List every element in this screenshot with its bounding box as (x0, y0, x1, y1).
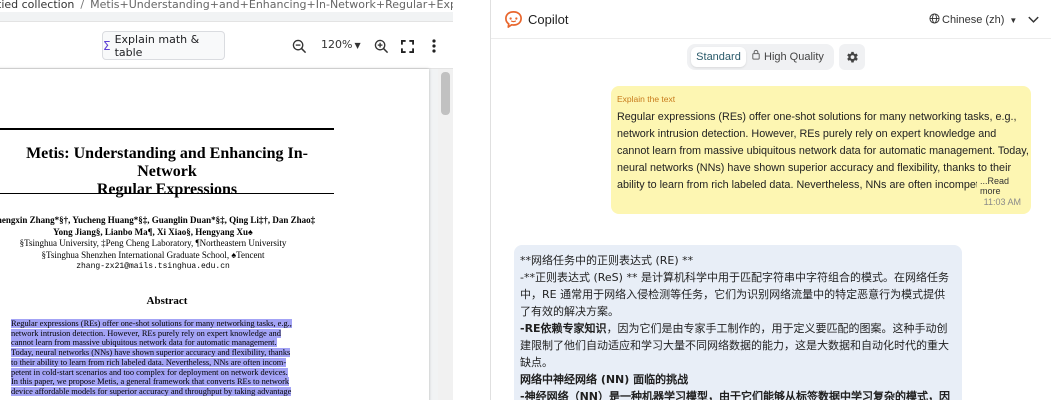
copilot-title: Copilot (528, 12, 569, 27)
breadcrumb-current-document: Metis+Understanding+and+Enhancing+In-Net… (90, 0, 453, 11)
assistant-message-text: **网络任务中的正则表达式 (RE) ** -**正则表达式 (ReS) ** … (520, 252, 960, 400)
pdf-scrollbar[interactable] (438, 69, 453, 400)
user-message-label: Explain the text (617, 94, 676, 104)
pdf-page: Metis: Understanding and Enhancing In-Ne… (0, 69, 429, 400)
chevron-down-icon[interactable] (1026, 12, 1042, 28)
paper-title-line-2: Regular Expressions (96, 181, 238, 198)
abstract-line: cannot learn from massive ubiquitous net… (11, 338, 277, 348)
assistant-line: -神经网络（NN）是一种机器学习模型，由于它们能够从标签数据中学习复杂的模式，因 (520, 390, 950, 400)
lock-icon (751, 47, 761, 67)
breadcrumb-collection-link[interactable]: tied collection (0, 0, 74, 11)
affiliation-line-1: §Tsinghua University, ‡Peng Cheng Labora… (19, 238, 287, 248)
assistant-message-bubble: **网络任务中的正则表达式 (RE) ** -**正则表达式 (ReS) ** … (514, 245, 962, 400)
mode-standard-button[interactable]: Standard (691, 47, 746, 67)
assistant-line: 缺点。 (520, 356, 553, 369)
mode-high-quality-label: High Quality (764, 51, 824, 63)
pdf-viewer: tied collection / Metis+Understanding+and+… (0, 0, 453, 400)
sigma-icon: Σ (103, 38, 111, 53)
assistant-line: -RE依赖专家知识，因为它们是由专家手工制作的，用于定义要匹配的图案。这种手动创 (520, 320, 960, 337)
copilot-header: Copilot Chinese (zh) ▼ (491, 0, 1051, 39)
breadcrumb-separator: / (80, 0, 85, 11)
breadcrumb: tied collection / Metis+Understanding+and+… (0, 0, 453, 12)
abstract-text[interactable]: Regular expressions (REs) offer one-shot… (11, 319, 308, 397)
pdf-toolbar: Σ Explain math & table 120% ▼ (0, 21, 453, 69)
author-email: zhang-zx21@mails.tsinghua.edu.cn (76, 262, 230, 271)
abstract-line: Today, neural networks (NNs) have shown … (11, 348, 291, 358)
read-more-link[interactable]: ...Read more (977, 176, 1031, 196)
assistant-line: 建限制了他们自动适应和学习大量不同网络数据的能力，这是大数据和自动化时代的重大 (520, 339, 949, 352)
zoom-in-icon[interactable] (372, 37, 390, 55)
language-value: Chinese (zh) (942, 14, 1005, 26)
gear-icon[interactable] (839, 44, 865, 70)
affiliation-line-2: §Tsinghua Shenzhen International Graduat… (41, 249, 265, 260)
assistant-line: -**正则表达式 (ReS) ** 是计算机科学中用于匹配字符串中字符组合的模式… (520, 271, 949, 284)
authors-line-2: Yong Jiang§, Lianbo Ma¶, Xi Xiao§, Hengy… (53, 226, 253, 237)
zoom-level-value: 120% (321, 38, 353, 51)
paper-title-line-1: Metis: Understanding and Enhancing In-Ne… (26, 145, 308, 180)
paper-title: Metis: Understanding and Enhancing In-Ne… (0, 145, 334, 199)
zoom-level-select[interactable]: 120% ▼ (321, 38, 361, 51)
user-message-text: Regular expressions (REs) offer one-shot… (617, 111, 1029, 191)
authors-line-1: Zhengxin Zhang*§†, Yucheng Huang*§‡, Gua… (0, 215, 316, 225)
quality-mode-toggle: Standard High Quality (687, 44, 834, 70)
language-select[interactable]: Chinese (zh) ▼ (929, 13, 1017, 27)
user-message-bubble: Explain the text Regular expressions (RE… (611, 86, 1031, 214)
caret-down-icon: ▼ (1009, 15, 1018, 25)
abstract-line: In this paper, we propose Metis, a gener… (11, 377, 290, 387)
assistant-line: 了有效的解决方案。 (520, 305, 619, 318)
copilot-chat-icon (504, 10, 523, 29)
assistant-line: **网络任务中的正则表达式 (RE) ** (520, 254, 694, 267)
abstract-line: to their ability to learn from rich labe… (11, 357, 287, 367)
abstract-heading: Abstract (146, 295, 188, 307)
assistant-bold-phrase: -RE依赖专家知识 (520, 322, 607, 335)
more-options-icon[interactable] (425, 37, 443, 55)
pdf-scrollbar-thumb[interactable] (441, 72, 450, 115)
abstract-line: petent in cold-start scenarios and too c… (11, 367, 288, 377)
abstract-line: Regular expressions (REs) offer one-shot… (11, 319, 292, 328)
copilot-panel: Copilot Chinese (zh) ▼ Standard High Qua… (490, 0, 1051, 400)
author-block: Zhengxin Zhang*§†, Yucheng Huang*§‡, Gua… (0, 215, 318, 273)
title-top-rule (0, 128, 334, 130)
explain-math-table-button[interactable]: Σ Explain math & table (102, 31, 225, 60)
title-bottom-rule (0, 193, 334, 194)
user-message-timestamp: 11:03 AM (983, 197, 1021, 207)
assistant-section-heading: 网络中神经网络 (NN) 面临的挑战 (520, 373, 689, 386)
mode-high-quality-button[interactable]: High Quality (751, 47, 824, 67)
fullscreen-icon[interactable] (398, 37, 416, 55)
assistant-line-rest: ，因为它们是由专家手工制作的，用于定义要匹配的图案。这种手动创 (606, 322, 948, 335)
abstract-line: network intrusion detection. However, RE… (11, 328, 281, 338)
globe-icon (929, 13, 940, 27)
abstract-line: device affordable models for superior ac… (11, 386, 292, 396)
zoom-out-icon[interactable] (290, 37, 308, 55)
explain-math-table-label: Explain math & table (114, 32, 200, 59)
caret-down-icon: ▼ (354, 41, 361, 50)
assistant-line: 中，RE 通常用于网络入侵检测等任务，它们为识别网络流量中的特定恶意行为模式提供 (520, 288, 946, 301)
